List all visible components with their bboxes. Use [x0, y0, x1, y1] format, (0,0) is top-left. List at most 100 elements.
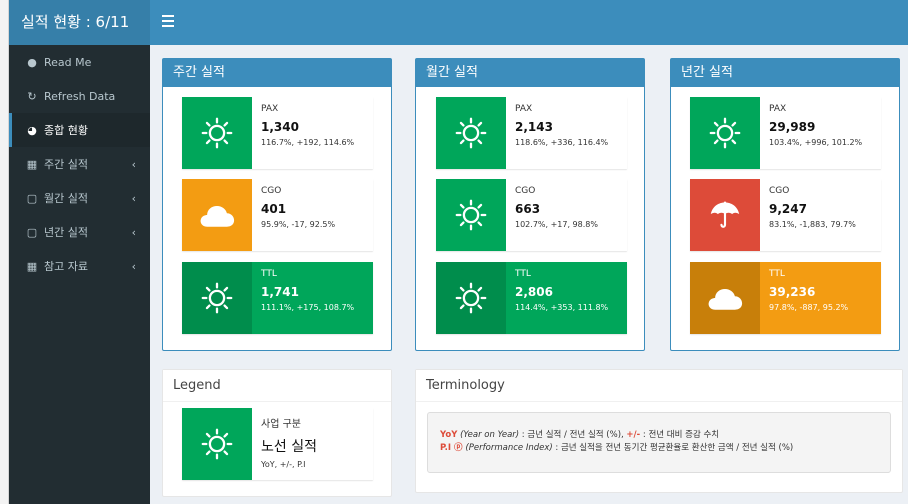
term-mark: ⓟ [451, 443, 466, 453]
term-definition: : 금년 실적 / 전년 실적 (%), [519, 430, 627, 440]
box-label: TTL [515, 269, 531, 279]
box-metrics: 118.6%, +336, 116.4% [515, 138, 609, 147]
legend-metrics: YoY, +/-, P.I [261, 460, 306, 469]
term-definition: : 금년 실적을 전년 동기간 평균환율로 환산한 금액 / 전년 실적 (%) [552, 443, 794, 453]
sun-icon [436, 97, 506, 169]
term-keyword: P.I [440, 443, 452, 453]
terminology-line-pi: P.I ⓟ (Performance Index) : 금년 실적을 전년 동기… [440, 442, 890, 455]
term-definition: : 전년 대비 증감 수치 [640, 430, 720, 440]
box-metrics: 111.1%, +175, 108.7% [261, 303, 355, 312]
dashboard-icon: ◕ [27, 123, 37, 137]
sidebar-item-reference[interactable]: ▦ 참고 자료 ‹ [9, 249, 150, 283]
box-label: PAX [769, 104, 787, 114]
box-value: 663 [515, 202, 541, 216]
cloud-icon [690, 262, 760, 334]
yearly-pax-box: PAX 29,989 103.4%, +996, 101.2% [690, 97, 881, 169]
box-value: 9,247 [769, 202, 807, 216]
panel-title: Legend [163, 370, 391, 402]
weekly-cgo-box: CGO 401 95.9%, -17, 92.5% [182, 179, 373, 251]
monthly-pax-box: PAX 2,143 118.6%, +336, 116.4% [436, 97, 627, 169]
main-content: 주간 실적 PAX 1,340 116.7%, +192, 114.6% CGO… [150, 45, 908, 504]
box-label: TTL [769, 269, 785, 279]
weekly-ttl-box: TTL 1,741 111.1%, +175, 108.7% [182, 262, 373, 334]
calendar-icon: ▦ [26, 157, 38, 171]
sidebar-item-label: 참고 자료 [44, 260, 88, 273]
box-metrics: 97.8%, -887, 95.2% [769, 303, 849, 312]
monthly-ttl-box: TTL 2,806 114.4%, +353, 111.8% [436, 262, 627, 334]
panel-title: 주간 실적 [163, 59, 391, 87]
sidebar-item-weekly[interactable]: ▦ 주간 실적 ‹ [9, 147, 150, 181]
chevron-left-icon: ‹ [131, 259, 136, 273]
box-value: 401 [261, 202, 287, 216]
box-label: TTL [261, 269, 277, 279]
box-value: 1,741 [261, 285, 299, 299]
sidebar-item-label: 종합 현황 [44, 124, 88, 137]
monthly-panel: 월간 실적 PAX 2,143 118.6%, +336, 116.4% CGO… [415, 58, 645, 351]
sidebar-item-refresh-data[interactable]: ↻ Refresh Data [9, 79, 150, 113]
box-metrics: 116.7%, +192, 114.6% [261, 138, 355, 147]
legend-label: 사업 구분 [261, 419, 301, 430]
app-title[interactable]: 실적 현황 : 6/11 [9, 0, 150, 45]
term-expansion: (Year on Year) [460, 430, 520, 440]
yearly-ttl-box: TTL 39,236 97.8%, -887, 95.2% [690, 262, 881, 334]
yearly-cgo-box: CGO 9,247 83.1%, -1,883, 79.7% [690, 179, 881, 251]
box-value: 29,989 [769, 120, 816, 134]
box-metrics: 83.1%, -1,883, 79.7% [769, 220, 856, 229]
panel-title: Terminology [416, 370, 902, 402]
box-label: PAX [515, 104, 533, 114]
box-value: 39,236 [769, 285, 816, 299]
terminology-line-yoy: YoY (Year on Year) : 금년 실적 / 전년 실적 (%), … [440, 429, 890, 442]
legend-panel: Legend 사업 구분 노선 실적 YoY, +/-, P.I [162, 369, 392, 497]
sun-icon [690, 97, 760, 169]
sidebar-item-label: 월간 실적 [44, 192, 88, 205]
sidebar-item-monthly[interactable]: ▢ 월간 실적 ‹ [9, 181, 150, 215]
comment-icon: ● [27, 55, 37, 69]
sidebar-item-label: Read Me [44, 55, 92, 69]
calendar-icon: ▦ [26, 259, 38, 273]
panel-title: 년간 실적 [671, 59, 899, 87]
sidebar-item-label: 주간 실적 [44, 158, 88, 171]
monthly-cgo-box: CGO 663 102.7%, +17, 98.8% [436, 179, 627, 251]
box-metrics: 95.9%, -17, 92.5% [261, 220, 336, 229]
box-metrics: 114.4%, +353, 111.8% [515, 303, 609, 312]
term-keyword: +/- [626, 430, 641, 440]
box-label: PAX [261, 104, 279, 114]
sidebar-item-overview[interactable]: ◕ 종합 현황 [9, 113, 150, 147]
sun-icon [436, 179, 506, 251]
terminology-panel: Terminology YoY (Year on Year) : 금년 실적 /… [415, 369, 903, 493]
box-label: CGO [769, 186, 790, 196]
box-label: CGO [515, 186, 536, 196]
weekly-panel: 주간 실적 PAX 1,340 116.7%, +192, 114.6% CGO… [162, 58, 392, 351]
window-edge [0, 0, 9, 504]
terminology-callout: YoY (Year on Year) : 금년 실적 / 전년 실적 (%), … [427, 412, 891, 473]
sun-icon [182, 408, 252, 480]
refresh-icon: ↻ [27, 89, 37, 103]
legend-value: 노선 실적 [261, 439, 317, 455]
legend-box: 사업 구분 노선 실적 YoY, +/-, P.I [182, 408, 373, 480]
box-label: CGO [261, 186, 282, 196]
menu-toggle-icon[interactable] [162, 15, 174, 29]
box-value: 2,806 [515, 285, 553, 299]
umbrella-icon [690, 179, 760, 251]
calendar-icon: ▢ [26, 191, 38, 205]
sidebar-item-yearly[interactable]: ▢ 년간 실적 ‹ [9, 215, 150, 249]
cloud-icon [182, 179, 252, 251]
sidebar-item-label: Refresh Data [44, 89, 116, 103]
yearly-panel: 년간 실적 PAX 29,989 103.4%, +996, 101.2% CG… [670, 58, 900, 351]
sidebar: ● Read Me ↻ Refresh Data ◕ 종합 현황 ▦ 주간 실적… [9, 45, 150, 504]
box-metrics: 102.7%, +17, 98.8% [515, 220, 598, 229]
calendar-icon: ▢ [26, 225, 38, 239]
panel-title: 월간 실적 [416, 59, 644, 87]
sun-icon [182, 97, 252, 169]
sidebar-item-read-me[interactable]: ● Read Me [9, 45, 150, 79]
term-keyword: YoY [440, 430, 458, 440]
sun-icon [436, 262, 506, 334]
chevron-left-icon: ‹ [131, 157, 136, 171]
top-navbar [150, 0, 908, 45]
box-value: 2,143 [515, 120, 553, 134]
sidebar-item-label: 년간 실적 [44, 226, 88, 239]
box-value: 1,340 [261, 120, 299, 134]
chevron-left-icon: ‹ [131, 225, 136, 239]
term-expansion: (Performance Index) [465, 443, 553, 453]
box-metrics: 103.4%, +996, 101.2% [769, 138, 863, 147]
